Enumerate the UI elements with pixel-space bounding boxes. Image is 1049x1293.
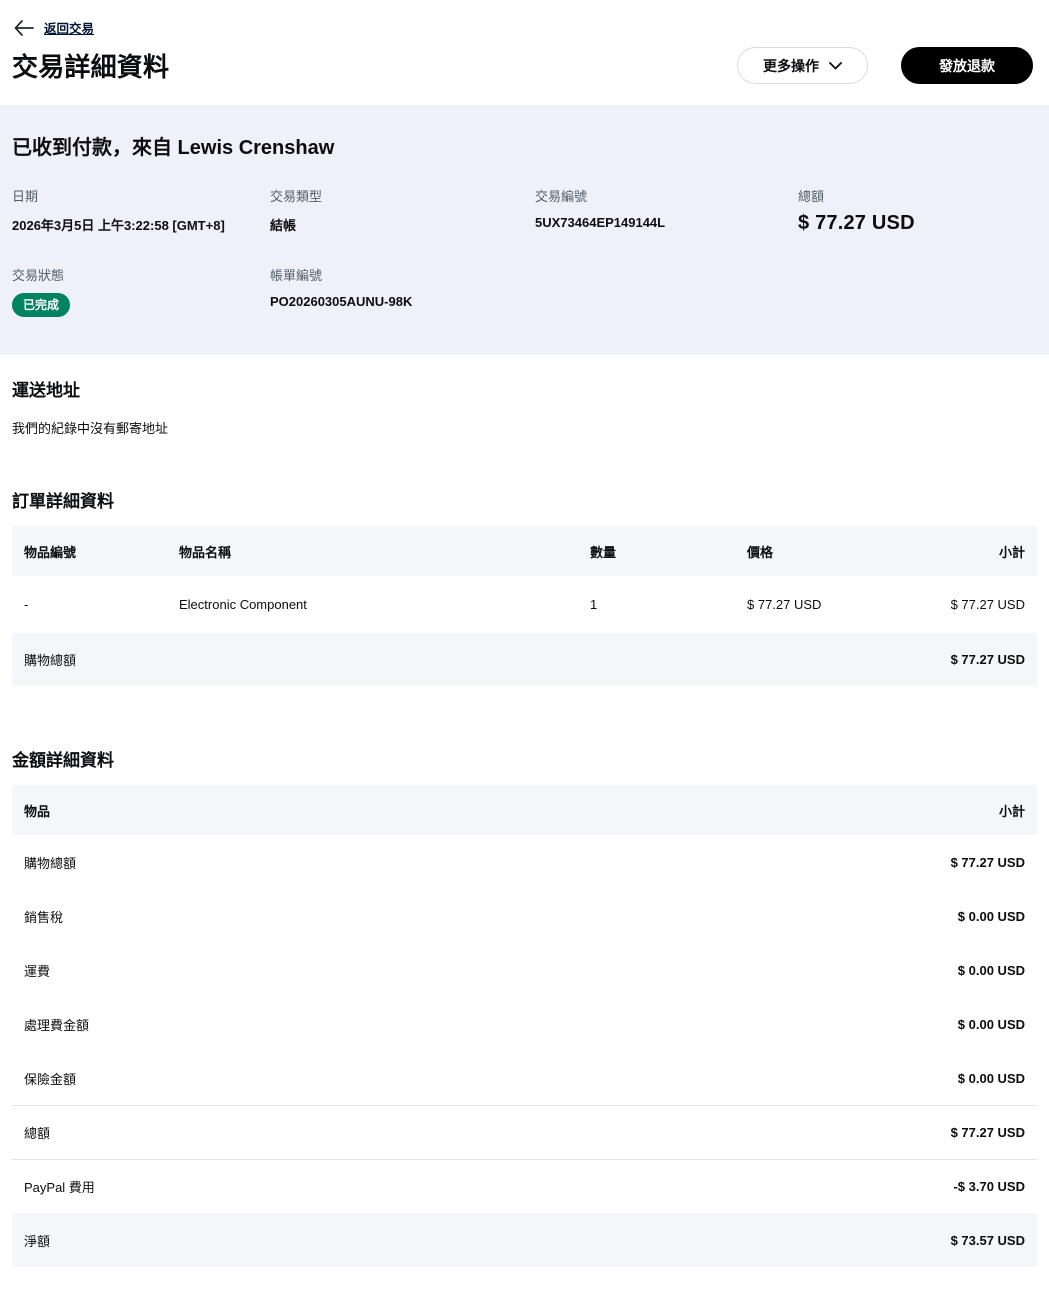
amount-row-label: 運費 <box>24 963 51 979</box>
amount-row-value: $ 0.00 USD <box>957 1070 1025 1086</box>
amount-row-net-amount: 淨額 $ 73.57 USD <box>12 1213 1037 1267</box>
amount-row-value: $ 0.00 USD <box>957 908 1025 924</box>
field-transaction-status-label: 交易狀態 <box>12 268 65 283</box>
back-row: 返回交易 <box>0 0 1049 37</box>
amount-row-label: 銷售稅 <box>24 909 64 925</box>
field-invoice-id-value: PO20260305AUNU-98K <box>270 294 413 309</box>
field-transaction-type-value: 結帳 <box>270 218 297 233</box>
amount-row-value: $ 0.00 USD <box>957 962 1025 978</box>
amount-row-label: PayPal 費用 <box>24 1180 95 1195</box>
shipping-address-heading: 運送地址 <box>12 381 80 400</box>
field-date: 日期 2026年3月5日 上午3:22:58 [GMT+8] <box>12 186 270 235</box>
purchase-total-label: 購物總額 <box>24 653 77 668</box>
order-col-quantity: 數量 <box>590 544 617 560</box>
field-transaction-status: 交易狀態 已完成 <box>12 265 270 317</box>
amount-row-label: 購物總額 <box>24 855 77 871</box>
amount-row-label: 保險金額 <box>24 1071 77 1087</box>
page-title: 交易詳細資料 <box>12 52 170 82</box>
amount-table-header: 物品 小計 <box>12 785 1037 835</box>
amount-row-label: 處理費金額 <box>24 1017 90 1033</box>
header-actions: 更多操作 發放退款 <box>737 47 1033 84</box>
amount-row-value: $ 77.27 USD <box>950 1125 1025 1140</box>
field-gross-amount: 總額 $ 77.27 USD <box>798 186 1037 235</box>
field-transaction-id-value: 5UX73464EP149144L <box>535 215 666 230</box>
page-header: 交易詳細資料 更多操作 發放退款 <box>0 37 1049 84</box>
order-col-price: 價格 <box>747 544 774 560</box>
order-col-subtotal: 小計 <box>998 544 1025 560</box>
order-details-table: 物品編號 物品名稱 數量 價格 小計 - Electronic Componen… <box>12 526 1037 686</box>
amount-col-item: 物品 <box>24 803 51 819</box>
summary-fields-row-2: 交易狀態 已完成 帳單編號 PO20260305AUNU-98K <box>12 265 1037 317</box>
order-col-item-name: 物品名稱 <box>179 544 232 560</box>
amount-row-sales-tax: 銷售稅 $ 0.00 USD <box>12 889 1037 943</box>
amount-row-label: 總額 <box>24 1126 51 1141</box>
amount-details-table: 物品 小計 購物總額 $ 77.27 USD 銷售稅 $ 0.00 USD 運費… <box>12 785 1037 1267</box>
amount-row-value: $ 77.27 USD <box>950 854 1025 870</box>
order-details-section: 訂單詳細資料 物品編號 物品名稱 數量 價格 小計 - Electronic C… <box>0 487 1049 686</box>
shipping-address-text: 我們的紀錄中沒有郵寄地址 <box>12 421 169 436</box>
back-arrow-icon[interactable] <box>14 19 34 36</box>
order-table-footer: 購物總額 $ 77.27 USD <box>12 633 1037 686</box>
chevron-down-icon <box>829 61 842 70</box>
order-item-quantity: 1 <box>590 597 598 612</box>
field-transaction-type-label: 交易類型 <box>270 189 323 204</box>
field-invoice-id: 帳單編號 PO20260305AUNU-98K <box>270 265 535 317</box>
back-to-transactions-link[interactable]: 返回交易 <box>44 18 94 37</box>
order-details-heading: 訂單詳細資料 <box>12 492 114 511</box>
more-actions-label: 更多操作 <box>763 57 819 74</box>
field-date-value: 2026年3月5日 上午3:22:58 [GMT+8] <box>12 218 225 233</box>
amount-row-gross-total: 總額 $ 77.27 USD <box>12 1105 1037 1159</box>
amount-row-purchase-total: 購物總額 $ 77.27 USD <box>12 835 1037 889</box>
amount-row-insurance: 保險金額 $ 0.00 USD <box>12 1051 1037 1105</box>
amount-row-value: $ 0.00 USD <box>957 1016 1025 1032</box>
amount-row-label: 淨額 <box>24 1233 51 1249</box>
amount-col-subtotal: 小計 <box>998 803 1025 819</box>
issue-refund-button[interactable]: 發放退款 <box>901 47 1033 84</box>
payment-summary-heading: 已收到付款，來自 Lewis Crenshaw <box>12 137 335 159</box>
summary-fields-row-1: 日期 2026年3月5日 上午3:22:58 [GMT+8] 交易類型 結帳 交… <box>12 186 1037 235</box>
field-gross-amount-value: $ 77.27 USD <box>798 212 915 234</box>
status-badge: 已完成 <box>12 293 71 317</box>
purchase-total-value: $ 77.27 USD <box>950 652 1025 667</box>
field-transaction-id-label: 交易編號 <box>535 189 588 204</box>
order-table-header: 物品編號 物品名稱 數量 價格 小計 <box>12 526 1037 576</box>
shipping-address-section: 運送地址 我們的紀錄中沒有郵寄地址 <box>0 376 1049 437</box>
order-item-name: Electronic Component <box>179 597 307 612</box>
amount-row-value: $ 73.57 USD <box>950 1232 1025 1248</box>
amount-row-paypal-fee: PayPal 費用 -$ 3.70 USD <box>12 1159 1037 1213</box>
field-invoice-id-label: 帳單編號 <box>270 268 323 283</box>
amount-row-handling-fee: 處理費金額 $ 0.00 USD <box>12 997 1037 1051</box>
field-gross-amount-label: 總額 <box>798 189 825 204</box>
more-actions-button[interactable]: 更多操作 <box>737 47 868 84</box>
order-table-row: - Electronic Component 1 $ 77.27 USD $ 7… <box>12 576 1037 633</box>
amount-details-section: 金額詳細資料 物品 小計 購物總額 $ 77.27 USD 銷售稅 $ 0.00… <box>0 746 1049 1267</box>
order-item-id: - <box>24 597 29 612</box>
amount-details-heading: 金額詳細資料 <box>12 751 114 770</box>
amount-row-shipping-fee: 運費 $ 0.00 USD <box>12 943 1037 997</box>
field-transaction-type: 交易類型 結帳 <box>270 186 535 235</box>
payment-summary-panel: 已收到付款，來自 Lewis Crenshaw 日期 2026年3月5日 上午3… <box>0 105 1049 355</box>
order-item-price: $ 77.27 USD <box>747 597 822 612</box>
order-col-item-id: 物品編號 <box>24 544 77 560</box>
order-item-subtotal: $ 77.27 USD <box>950 597 1025 612</box>
transaction-details-page: 返回交易 交易詳細資料 更多操作 發放退款 已收到付款，來自 Lewis Cre… <box>0 0 1049 1293</box>
bottom-spacer <box>0 1267 1049 1293</box>
field-date-label: 日期 <box>12 189 39 204</box>
field-transaction-id: 交易編號 5UX73464EP149144L <box>535 186 798 235</box>
amount-row-value: -$ 3.70 USD <box>953 1179 1025 1194</box>
